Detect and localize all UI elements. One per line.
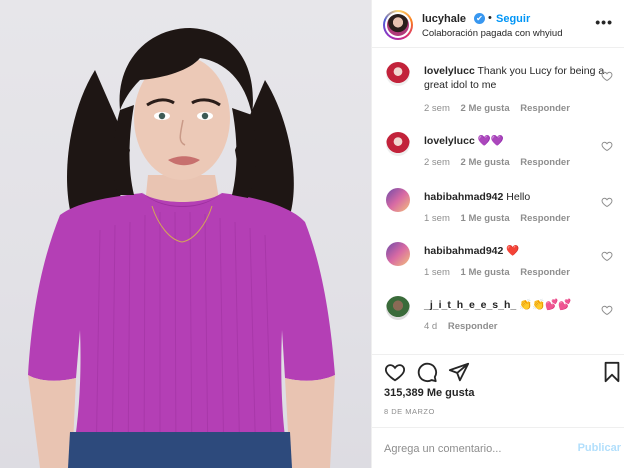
comment-bubble-icon[interactable] <box>416 361 438 383</box>
commenter-username[interactable]: _j_i_t_h_e_e_s_h_ <box>424 299 516 311</box>
author-avatar[interactable] <box>383 10 413 40</box>
commenter-avatar[interactable] <box>386 62 410 86</box>
comment-likes[interactable]: 1 Me gusta <box>461 267 510 278</box>
comment-text: ❤️ <box>506 245 520 257</box>
commenter-username[interactable]: habibahmad942 <box>424 191 503 203</box>
publish-button[interactable]: Publicar <box>578 442 621 454</box>
like-comment-heart-icon[interactable] <box>601 196 613 208</box>
reply-button[interactable]: Responder <box>520 213 570 224</box>
comment-text: 👏👏💕💕 <box>519 299 572 311</box>
comment-text: 💜💜 <box>477 135 504 147</box>
commenter-username[interactable]: lovelylucc <box>424 135 475 147</box>
commenter-avatar[interactable] <box>386 188 410 212</box>
post-photo[interactable] <box>0 0 371 468</box>
comment-age[interactable]: 2 sem <box>424 157 450 168</box>
like-comment-heart-icon[interactable] <box>601 250 613 262</box>
reply-button[interactable]: Responder <box>520 267 570 278</box>
post-sidebar: lucyhale ✔ • Seguir Colaboración pagada … <box>371 0 624 468</box>
comments-list: lovelylucc Thank you Lucy for being a gr… <box>372 48 624 354</box>
commenter-avatar[interactable] <box>386 132 410 156</box>
reply-button[interactable]: Responder <box>520 103 570 114</box>
comment-likes[interactable]: 2 Me gusta <box>461 157 510 168</box>
like-comment-heart-icon[interactable] <box>601 304 613 316</box>
commenter-avatar[interactable] <box>386 296 410 320</box>
instagram-post: lucyhale ✔ • Seguir Colaboración pagada … <box>0 0 624 468</box>
comment-age[interactable]: 4 d <box>424 321 437 332</box>
post-header: lucyhale ✔ • Seguir Colaboración pagada … <box>372 0 624 48</box>
comment-age[interactable]: 1 sem <box>424 267 450 278</box>
portrait-illustration <box>28 28 335 468</box>
commenter-username[interactable]: habibahmad942 <box>424 245 503 257</box>
add-comment-bar: Publicar <box>372 427 624 469</box>
reply-button[interactable]: Responder <box>520 157 570 168</box>
like-comment-heart-icon[interactable] <box>601 70 613 82</box>
follow-button[interactable]: Seguir <box>496 13 530 25</box>
comment-likes[interactable]: 1 Me gusta <box>461 213 510 224</box>
likes-count[interactable]: 315,389 Me gusta <box>384 387 475 399</box>
post-actions: 315,389 Me gusta 8 DE MARZO Publicar <box>372 354 624 468</box>
comment-input[interactable] <box>384 440 564 458</box>
comment-text: Hello <box>506 191 531 203</box>
comment-likes[interactable]: 2 Me gusta <box>461 103 510 114</box>
comment-age[interactable]: 1 sem <box>424 213 450 224</box>
author-username[interactable]: lucyhale <box>422 13 466 25</box>
reply-button[interactable]: Responder <box>448 321 498 332</box>
like-comment-heart-icon[interactable] <box>601 140 613 152</box>
commenter-username[interactable]: lovelylucc <box>424 65 475 77</box>
commenter-avatar[interactable] <box>386 242 410 266</box>
share-paper-plane-icon[interactable] <box>448 361 470 383</box>
save-bookmark-icon[interactable] <box>601 361 623 383</box>
verified-badge-icon: ✔ <box>474 13 485 24</box>
header-separator: • <box>488 12 492 24</box>
paid-partnership-label[interactable]: Colaboración pagada con whyiud <box>422 28 563 39</box>
post-date[interactable]: 8 DE MARZO <box>384 407 435 416</box>
more-options-icon[interactable]: ••• <box>595 14 613 30</box>
comment-age[interactable]: 2 sem <box>424 103 450 114</box>
like-heart-icon[interactable] <box>384 361 406 383</box>
